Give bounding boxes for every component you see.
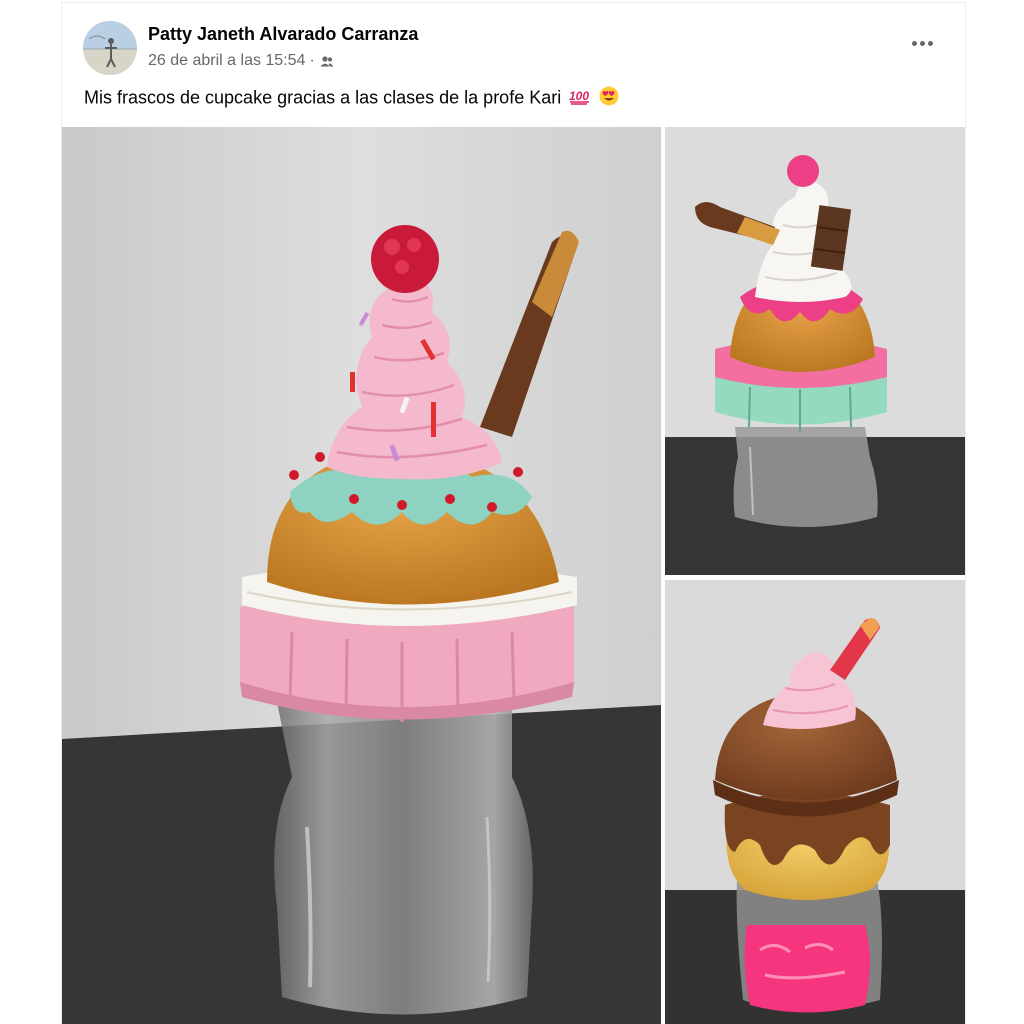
author-avatar[interactable] [83,21,137,75]
post-card: Patty Janeth Alvarado Carranza 26 de abr… [62,3,965,1024]
svg-text:100: 100 [569,89,589,103]
more-options-icon[interactable] [907,33,937,53]
author-name[interactable]: Patty Janeth Alvarado Carranza [148,24,418,45]
avatar-image [83,21,137,75]
caption-text: Mis frascos de cupcake gracias a las cla… [84,87,562,108]
hundred-points-emoji: 100 [569,87,591,110]
cupcake-jar-photo [665,127,965,575]
post-header: Patty Janeth Alvarado Carranza 26 de abr… [62,3,965,127]
cupcake-jar-photo [62,127,661,1024]
post-timestamp[interactable]: 26 de abril a las 15:54 [148,52,305,70]
post-meta: 26 de abril a las 15:54 · [148,52,335,70]
cupcake-jar-photo [665,580,965,1024]
photo-grid [62,127,965,1024]
friends-icon[interactable] [319,53,335,69]
photo-1[interactable] [62,127,661,1024]
photo-2[interactable] [665,127,965,575]
heart-eyes-emoji [599,86,619,111]
post-caption: Mis frascos de cupcake gracias a las cla… [84,86,619,111]
photo-3[interactable] [665,580,965,1024]
meta-separator: · [309,52,315,69]
